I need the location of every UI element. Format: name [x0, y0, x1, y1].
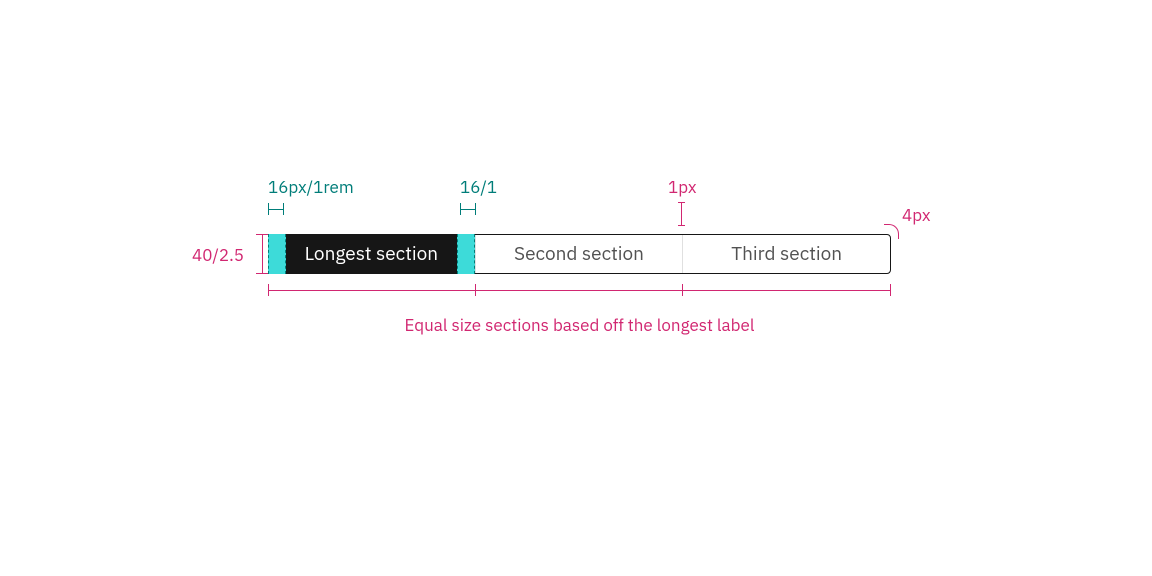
padding-highlight-right	[457, 234, 475, 274]
segment-2[interactable]: Second section	[475, 235, 683, 273]
corner-radius-label: 4px	[902, 204, 930, 226]
segment-3[interactable]: Third section	[682, 235, 890, 273]
padding-highlight-left	[268, 234, 286, 274]
segment-label: Second section	[514, 242, 644, 266]
divider-tick	[681, 202, 682, 226]
segment-selected[interactable]: Longest section	[268, 234, 475, 274]
height-label: 40/2.5	[192, 244, 244, 266]
padding-right-cap	[460, 206, 476, 218]
segment-label: Longest section	[305, 242, 438, 266]
padding-left-cap	[268, 206, 284, 218]
divider-width-label: 1px	[668, 176, 696, 198]
equal-size-caption: Equal size sections based off the longes…	[268, 314, 891, 336]
segment-label: Third section	[731, 242, 842, 266]
sizing-diagram: 16px/1rem 16/1 1px 4px 40/2.5 Longest se…	[268, 234, 891, 274]
padding-right-label: 16/1	[460, 176, 497, 198]
height-ibeam	[256, 234, 268, 274]
padding-left-label: 16px/1rem	[268, 176, 354, 198]
content-switcher: Longest section Second section Third sec…	[268, 234, 891, 274]
